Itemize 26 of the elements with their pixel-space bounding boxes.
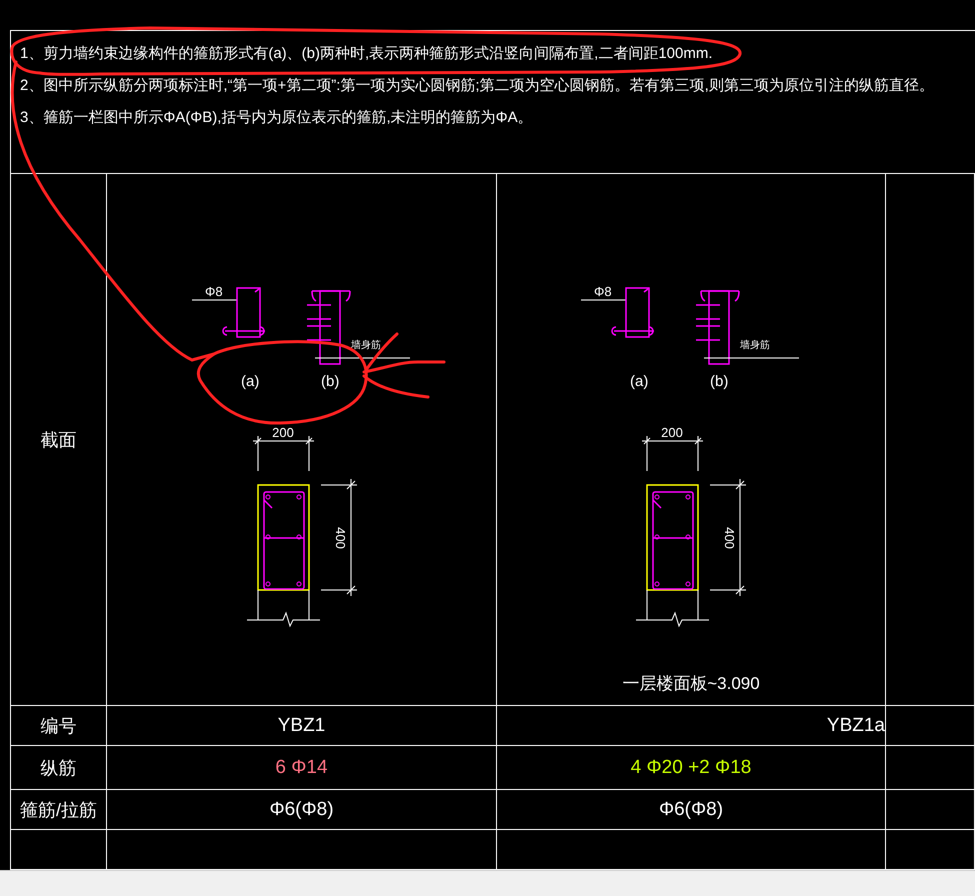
- stirrup-size-label: Φ8: [594, 284, 612, 299]
- row-label: 截面: [40, 428, 76, 452]
- form-label: (a): [240, 373, 259, 390]
- row-label: 编号: [40, 714, 76, 738]
- elevation-label: 一层楼面板~3.090: [622, 673, 760, 695]
- table-cell: 4 Φ20 +2 Φ18: [630, 756, 752, 778]
- form-label: (b): [710, 373, 728, 390]
- note-text: 2、图中所示纵筋分两项标注时,“第一项+第二项”:第一项为实心圆钢筋;第二项为空心圆钢筋。若有第三项,则第三项为原位引注的纵筋直径。: [20, 76, 935, 96]
- dimension-label: 400: [722, 527, 737, 549]
- note-text: 3、箍筋一栏图中所示ΦA(ΦB),括号内为原位表示的箍筋,未注明的箍筋为ΦA。: [20, 108, 534, 128]
- wall-rebar-label: 墙身筋: [740, 340, 770, 351]
- stirrup-size-label: Φ8: [204, 284, 222, 299]
- table-cell: Φ6(Φ8): [269, 798, 334, 820]
- note-text: 1、剪力墙约束边缘构件的箍筋形式有(a)、(b)两种时,表示两种箍筋形式沿竖向间隔布置,二者间距100mm.: [20, 44, 714, 64]
- dimension-label: 200: [661, 425, 683, 440]
- table-cell: Φ6(Φ8): [658, 798, 724, 820]
- form-label: (b): [320, 373, 339, 390]
- row-label: 箍筋/拉筋: [20, 798, 97, 822]
- table-cell: 6 Φ14: [275, 756, 328, 778]
- table-cell: YBZ1a: [826, 714, 885, 736]
- dimension-label: 200: [272, 425, 294, 440]
- wall-rebar-label: 墙身筋: [350, 340, 380, 351]
- row-label: 纵筋: [40, 756, 76, 780]
- table-cell: YBZ1: [278, 714, 326, 736]
- form-label: (a): [630, 373, 648, 390]
- dimension-label: 400: [332, 527, 348, 549]
